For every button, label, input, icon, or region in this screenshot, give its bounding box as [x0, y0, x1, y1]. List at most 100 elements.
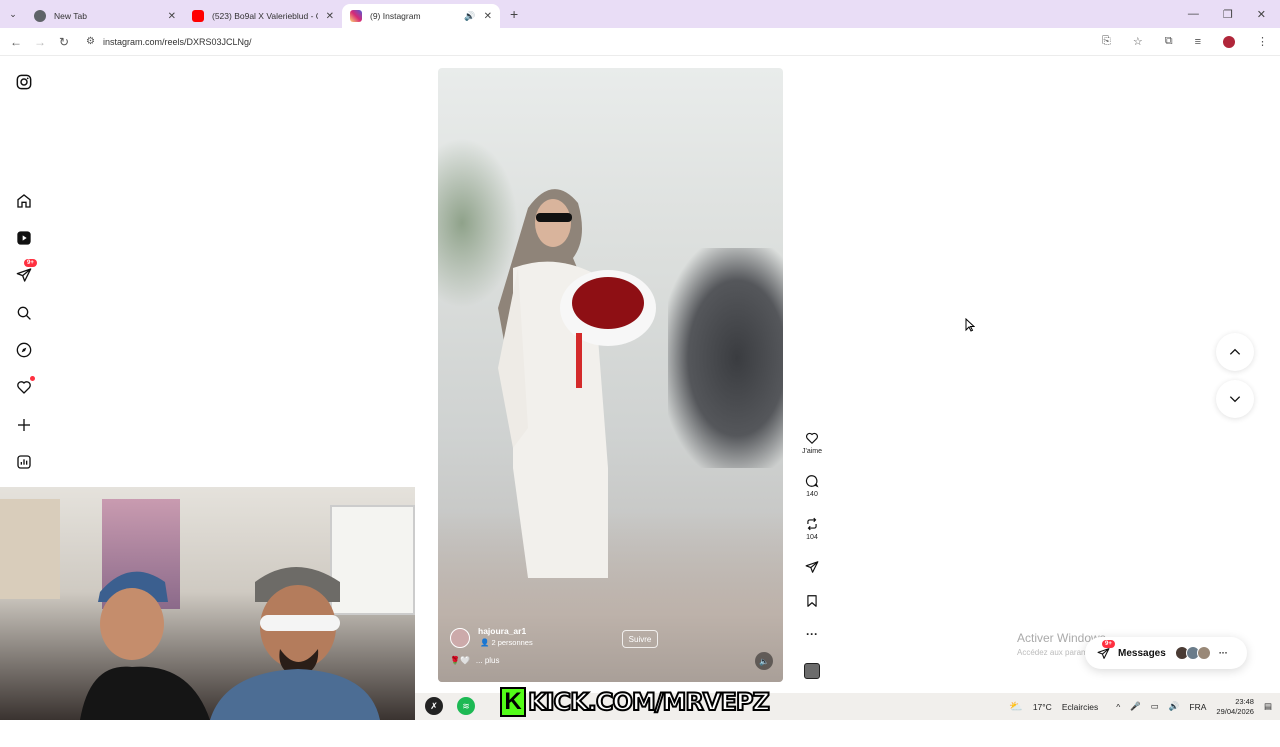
create-plus-icon[interactable] — [14, 415, 34, 435]
speaker-icon[interactable]: 🔊 — [464, 11, 475, 22]
youtube-icon — [192, 10, 204, 22]
share-button[interactable] — [798, 560, 826, 577]
direct-messages-icon — [1097, 647, 1110, 659]
bookmark-star-icon[interactable]: ☆ — [1133, 35, 1143, 48]
tab-youtube[interactable]: (523) Bo9al X Valerieblud - Can ✕ — [184, 4, 342, 28]
reel-username[interactable]: hajoura_ar1 — [478, 626, 526, 636]
browser-tab-bar: ⌄ New Tab ✕ (523) Bo9al X Valerieblud - … — [0, 0, 1280, 28]
window-controls: — ❐ ✕ — [1188, 8, 1280, 21]
weather-icon[interactable]: ⛅ — [1009, 700, 1023, 713]
clock[interactable]: 23:48 29/04/2026 — [1216, 697, 1254, 717]
more-options-icon[interactable]: ··· — [798, 627, 826, 641]
messages-badge: 9+ — [1102, 640, 1115, 648]
url-field[interactable]: ⚙ instagram.com/reels/DXRS03JCLNg/ — [86, 36, 252, 47]
search-icon[interactable] — [14, 303, 34, 323]
language-indicator[interactable]: FRA — [1189, 702, 1206, 712]
messages-avatars — [1174, 646, 1211, 660]
page-scrollbar[interactable] — [1272, 117, 1278, 747]
webcam-shelf — [0, 499, 60, 599]
like-label: J'aime — [801, 448, 822, 455]
microphone-icon[interactable]: 🎤 — [1130, 701, 1141, 712]
minimize-icon[interactable]: — — [1188, 8, 1199, 21]
reel-author-avatar[interactable] — [450, 628, 470, 648]
taskbar-apps: ✗ ≋ — [425, 697, 475, 715]
new-tab-button[interactable]: + — [510, 6, 518, 22]
heart-icon[interactable] — [14, 376, 35, 397]
profile-avatar[interactable] — [1223, 35, 1235, 48]
next-reel-button[interactable] — [1216, 380, 1254, 418]
save-button[interactable] — [798, 594, 826, 611]
tab-search-chevron-icon[interactable]: ⌄ — [0, 9, 26, 20]
kick-logo-icon: K — [500, 687, 526, 717]
clock-date: 29/04/2026 — [1216, 706, 1254, 716]
close-icon[interactable]: ✕ — [326, 11, 334, 22]
previous-reel-button[interactable] — [1216, 333, 1254, 371]
comments-count: 140 — [806, 491, 818, 498]
comment-button[interactable]: 140 — [798, 474, 826, 498]
chevron-up-icon[interactable]: ^ — [1116, 702, 1120, 712]
explore-compass-icon[interactable] — [14, 340, 34, 360]
webcam-person-right — [210, 567, 380, 720]
webcam-overlay — [0, 487, 415, 720]
chrome-icon — [34, 10, 46, 22]
toolbar-right: ⎘ ☆ ⧉ ≡ ⋮ — [1102, 35, 1280, 48]
windows-activation-subtitle: Accédez aux param — [1017, 648, 1088, 657]
repost-button[interactable]: 104 — [798, 517, 826, 541]
chevron-down-icon — [1229, 396, 1241, 403]
tab-new-tab[interactable]: New Tab ✕ — [26, 4, 184, 28]
kick-url-text: KICK.COM/MRVEPZ — [527, 687, 771, 717]
kick-banner: K KICK.COM/MRVEPZ — [500, 684, 771, 720]
instagram-sidebar: 9+ — [0, 57, 48, 487]
site-settings-icon[interactable]: ⚙ — [86, 36, 95, 47]
network-icon[interactable]: ▭ — [1151, 701, 1159, 712]
url-text[interactable]: instagram.com/reels/DXRS03JCLNg/ — [103, 37, 252, 47]
address-bar: ← → ↻ ⚙ instagram.com/reels/DXRS03JCLNg/… — [0, 28, 1280, 56]
like-button[interactable]: J'aime — [798, 431, 826, 455]
reels-icon[interactable] — [14, 228, 34, 248]
kick-app-icon[interactable]: ✗ — [425, 697, 443, 715]
weather-text[interactable]: Eclaircies — [1062, 702, 1098, 712]
extensions-icon[interactable]: ⧉ — [1165, 35, 1173, 48]
media-control-icon[interactable]: ≡ — [1195, 36, 1201, 48]
messages-button[interactable]: 9+ Messages ··· — [1085, 637, 1247, 669]
volume-icon[interactable]: 🔊 — [1169, 701, 1180, 712]
notification-center-icon[interactable]: ▤ — [1264, 701, 1272, 712]
weather-temp[interactable]: 17°C — [1033, 702, 1052, 712]
send-icon — [805, 561, 819, 573]
reel-people-tag-label: 2 personnes — [491, 638, 533, 647]
home-icon[interactable] — [14, 191, 34, 211]
instagram-logo-icon[interactable] — [14, 72, 34, 92]
volume-icon[interactable]: 🔈 — [755, 652, 773, 670]
audio-thumbnail[interactable] — [804, 663, 820, 679]
tab-instagram[interactable]: (9) Instagram 🔊 ✕ — [342, 4, 500, 28]
activity-dot — [30, 376, 35, 381]
close-window-icon[interactable]: ✕ — [1257, 8, 1266, 21]
reel-info: hajoura_ar1 👤 2 personnes Suivre 🌹🤍 ... … — [450, 626, 770, 672]
close-icon[interactable]: ✕ — [484, 11, 492, 22]
reel-caption: 🌹🤍 ... plus — [450, 656, 500, 665]
comment-bubble-icon — [805, 475, 819, 488]
install-app-icon[interactable]: ⎘ — [1102, 35, 1111, 48]
spotify-icon[interactable]: ≋ — [457, 697, 475, 715]
close-icon[interactable]: ✕ — [168, 11, 176, 22]
video-background-car — [668, 248, 783, 468]
menu-dots-icon[interactable]: ⋮ — [1257, 35, 1268, 48]
tab-title: (9) Instagram — [370, 11, 421, 21]
reel-people-tag[interactable]: 👤 2 personnes — [480, 638, 533, 647]
reload-icon[interactable]: ↻ — [52, 35, 76, 49]
repost-icon — [807, 517, 817, 531]
mouse-cursor-icon — [965, 318, 975, 332]
dashboard-icon[interactable] — [14, 452, 34, 472]
caption-more-link[interactable]: ... plus — [476, 656, 500, 665]
restore-icon[interactable]: ❐ — [1223, 8, 1233, 21]
direct-messages-icon[interactable]: 9+ — [14, 259, 37, 285]
rose-heart-emoji-icon: 🌹🤍 — [450, 656, 470, 665]
reel-video[interactable]: hajoura_ar1 👤 2 personnes Suivre 🌹🤍 ... … — [438, 68, 783, 682]
more-dots-icon[interactable]: ··· — [1219, 648, 1228, 658]
follow-button[interactable]: Suivre — [622, 630, 658, 648]
back-arrow-icon[interactable]: ← — [4, 35, 28, 49]
instagram-icon — [350, 10, 362, 22]
system-tray: ⛅ 17°C Eclaircies ^ 🎤 ▭ 🔊 FRA 23:48 29/0… — [1009, 693, 1280, 720]
tab-title: (523) Bo9al X Valerieblud - Can — [212, 11, 318, 21]
forward-arrow-icon[interactable]: → — [28, 35, 52, 49]
